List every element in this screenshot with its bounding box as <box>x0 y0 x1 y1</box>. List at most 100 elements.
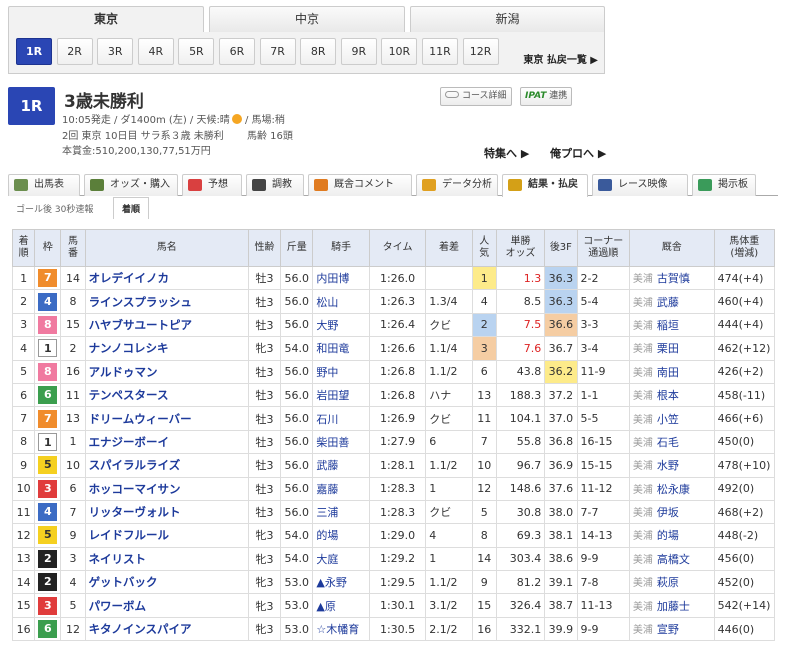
race-button-8[interactable]: 8R <box>300 38 337 65</box>
trainer-link[interactable]: 的場 <box>657 529 679 542</box>
trainer-link[interactable]: 宣野 <box>657 623 679 636</box>
trainer-link[interactable]: 武藤 <box>657 296 679 309</box>
finish-position-cell: 15 <box>11 593 36 618</box>
jockey-link[interactable]: 武藤 <box>312 453 370 478</box>
header-cell: 厩舎 <box>628 229 715 267</box>
jockey-link[interactable]: 嘉藤 <box>312 476 370 501</box>
trainer-link[interactable]: 伊坂 <box>657 506 679 519</box>
training-center-label: 美浦 <box>632 531 653 543</box>
race-button-6[interactable]: 6R <box>219 38 255 65</box>
weight-cell: 56.0 <box>280 406 314 431</box>
trainer-link[interactable]: 栗田 <box>657 342 679 355</box>
trainer-link[interactable]: 萩原 <box>657 576 679 589</box>
trainer-link[interactable]: 石毛 <box>657 436 679 449</box>
course-detail-button[interactable]: コース詳細 <box>440 87 512 106</box>
trainer-link[interactable]: 南田 <box>657 366 679 379</box>
venue-tab-niigata[interactable]: 新潟 <box>410 6 605 32</box>
race-button-2[interactable]: 2R <box>56 38 93 65</box>
horse-name-link[interactable]: オレデイイノカ <box>84 265 249 291</box>
race-button-10[interactable]: 10R <box>381 38 418 65</box>
trainer-link[interactable]: 高橋文 <box>657 553 690 566</box>
jockey-link[interactable]: 石川 <box>312 406 370 431</box>
body-weight-cell: 450(0) <box>713 429 776 455</box>
weight-cell: 56.0 <box>280 265 314 291</box>
popularity-cell: 14 <box>471 546 497 572</box>
waku-badge: 7 <box>38 409 58 428</box>
jockey-link[interactable]: 内田博 <box>312 265 370 291</box>
jockey-link[interactable]: ▲原 <box>312 593 370 618</box>
race-button-9[interactable]: 9R <box>340 38 377 65</box>
result-row: 10 3 6 ホッコーマイサン 牡3 56.0 嘉藤 1:28.3 1 12 148.6 37.6 11… <box>11 476 776 501</box>
race-button-5[interactable]: 5R <box>178 38 215 65</box>
jockey-link[interactable]: 和田竜 <box>312 336 370 361</box>
popularity-cell: 8 <box>471 523 497 548</box>
jockey-link[interactable]: 柴田善 <box>312 429 370 455</box>
horse-name-link[interactable]: ハヤブサユートピア <box>84 312 249 338</box>
horse-name-link[interactable]: テンペスタース <box>84 382 249 408</box>
horse-number-cell: 6 <box>60 476 86 501</box>
waku-cell: 1 <box>34 429 62 455</box>
payout-list-link[interactable]: 東京 払戻一覧 ▶ <box>523 51 598 66</box>
race-button-1[interactable]: 1R <box>16 38 52 65</box>
last-3f-cell: 37.0 <box>544 406 578 431</box>
body-weight-cell: 456(0) <box>713 546 776 572</box>
jockey-link[interactable]: 松山 <box>312 289 370 314</box>
nav-tab-4[interactable]: 調教 <box>246 174 304 196</box>
nav-tab-2[interactable]: オッズ・購入 <box>84 174 178 196</box>
venue-tab-chukyo[interactable]: 中京 <box>209 6 405 32</box>
nav-tab-3[interactable]: 予想 <box>182 174 242 196</box>
race-button-3[interactable]: 3R <box>97 38 134 65</box>
feature-link[interactable]: 特集へ ▶ <box>484 145 529 161</box>
jockey-link[interactable]: ☆木幡育 <box>312 616 370 642</box>
jockey-link[interactable]: 野中 <box>312 359 370 384</box>
ipat-link-button[interactable]: IPAT 連携 <box>520 87 573 106</box>
body-weight-cell: 458(-11) <box>713 382 776 408</box>
trainer-link[interactable]: 小笠 <box>657 413 679 426</box>
horse-name-link[interactable]: ナンノコレシキ <box>84 336 249 361</box>
trainer-link[interactable]: 根本 <box>657 389 679 402</box>
horse-name-link[interactable]: スパイラルライズ <box>84 453 249 478</box>
horse-name-link[interactable]: アルドゥマン <box>84 359 249 384</box>
race-button-7[interactable]: 7R <box>259 38 296 65</box>
race-button-11[interactable]: 11R <box>422 38 458 65</box>
orepro-link[interactable]: 俺プロへ ▶ <box>550 145 606 161</box>
horse-name-link[interactable]: ドリームウィーバー <box>84 406 249 431</box>
nav-tab-7[interactable]: 結果・払戻 <box>502 174 588 197</box>
jockey-link[interactable]: 大庭 <box>312 546 370 572</box>
horse-name-link[interactable]: エナジーボーイ <box>84 429 249 455</box>
horse-name-link[interactable]: リッターヴォルト <box>84 499 249 525</box>
jockey-link[interactable]: 的場 <box>312 523 370 548</box>
nav-tab-8[interactable]: レース映像 <box>592 174 688 196</box>
jockey-link[interactable]: 大野 <box>312 312 370 338</box>
finish-order-tab[interactable]: 着順 <box>113 197 150 219</box>
result-row: 15 3 5 パワーボム 牝3 53.0 ▲原 1:30.1 3.1/2 15 326.4 38.7 1… <box>11 593 776 618</box>
venue-tab-tokyo[interactable]: 東京 <box>8 6 204 34</box>
race-button-12[interactable]: 12R <box>462 38 499 65</box>
race-button-4[interactable]: 4R <box>137 38 174 65</box>
jockey-link[interactable]: 岩田望 <box>312 382 370 408</box>
nav-tab-1[interactable]: 出馬表 <box>8 174 80 196</box>
goal-flash-tab[interactable]: ゴール後 30秒速報 <box>16 202 93 215</box>
horse-name-link[interactable]: レイドフルール <box>84 523 249 548</box>
horse-name-link[interactable]: ネイリスト <box>84 546 249 572</box>
trainer-link[interactable]: 古賀慎 <box>657 272 690 285</box>
horse-name-link[interactable]: ホッコーマイサン <box>84 476 249 501</box>
trainer-link[interactable]: 稲垣 <box>657 319 679 332</box>
trainer-link[interactable]: 水野 <box>657 459 679 472</box>
jockey-link[interactable]: 三浦 <box>312 499 370 525</box>
waku-cell: 2 <box>34 546 62 572</box>
horse-name-link[interactable]: ラインスプラッシュ <box>84 289 249 314</box>
waku-cell: 4 <box>34 499 62 525</box>
waku-cell: 2 <box>34 570 62 595</box>
horse-name-link[interactable]: キタノインスパイア <box>84 616 249 642</box>
jockey-link[interactable]: ▲永野 <box>312 570 370 595</box>
nav-tab-5[interactable]: 厩舎コメント <box>308 174 412 196</box>
horse-name-link[interactable]: ゲットバック <box>84 570 249 595</box>
stopwatch-icon <box>252 179 266 191</box>
weight-cell: 56.0 <box>280 382 314 408</box>
nav-tab-6[interactable]: データ分析 <box>416 174 498 196</box>
trainer-link[interactable]: 松永康 <box>657 483 690 496</box>
horse-name-link[interactable]: パワーボム <box>84 593 249 618</box>
trainer-link[interactable]: 加藤士 <box>657 600 690 613</box>
nav-tab-9[interactable]: 掲示板 <box>692 174 756 196</box>
